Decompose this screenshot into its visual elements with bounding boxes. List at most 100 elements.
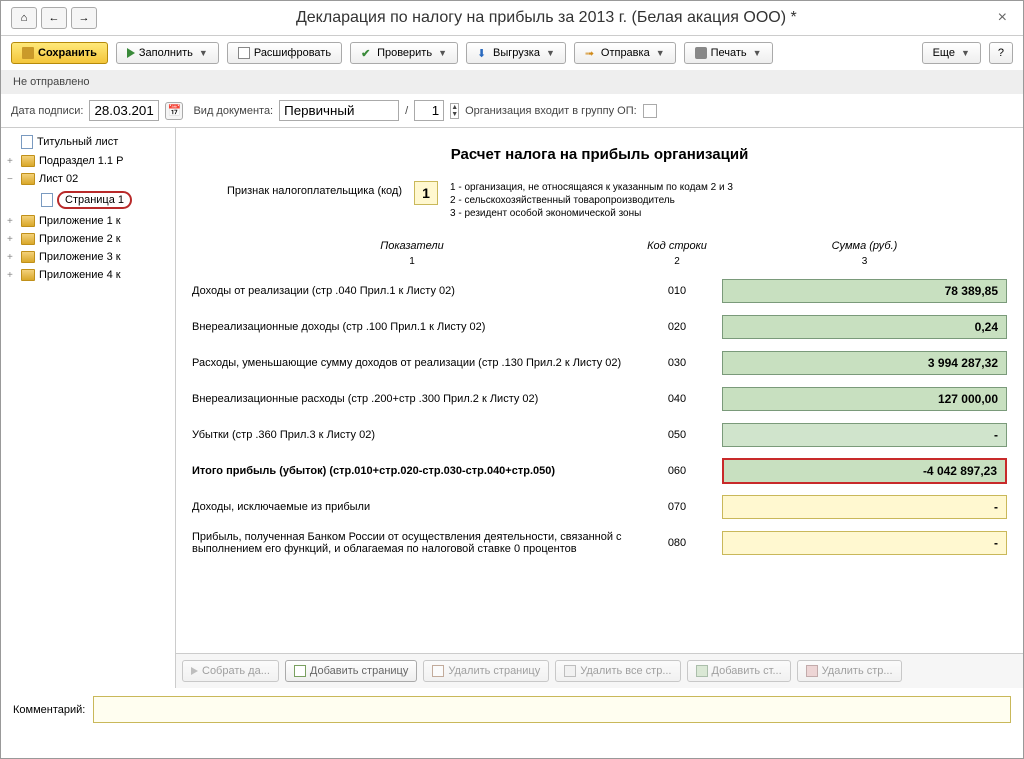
row-code: 060: [632, 465, 722, 477]
data-row-040: Внереализационные расходы (стр .200+стр …: [192, 385, 1007, 413]
status-text: Не отправлено: [1, 70, 1023, 94]
sign-date-input[interactable]: [89, 100, 159, 121]
page-plus-icon: [294, 665, 306, 677]
disk-icon: [22, 47, 34, 59]
folder-icon: [21, 269, 35, 281]
folder-icon: [21, 155, 35, 167]
row-label: Внереализационные расходы (стр .200+стр …: [192, 393, 632, 405]
column-numbers: 1 2 3: [192, 256, 1007, 267]
row-value-input[interactable]: 78 389,85: [722, 279, 1007, 303]
form-heading: Расчет налога на прибыль организаций: [192, 146, 1007, 163]
print-button[interactable]: Печать▼: [684, 42, 773, 64]
folder-icon: [21, 233, 35, 245]
tree-app3[interactable]: +Приложение 3 к: [1, 248, 175, 266]
row-value-input[interactable]: -4 042 897,23: [722, 458, 1007, 484]
tree-app2[interactable]: +Приложение 2 к: [1, 230, 175, 248]
print-icon: [695, 47, 707, 59]
tree-app1[interactable]: +Приложение 1 к: [1, 212, 175, 230]
doc-type-label: Вид документа:: [193, 105, 273, 117]
folder-icon: [21, 251, 35, 263]
navigation-tree: Титульный лист +Подраздел 1.1 Р −Лист 02…: [1, 128, 176, 688]
folder-icon: [21, 173, 35, 185]
tree-title-page[interactable]: Титульный лист: [1, 132, 175, 152]
fill-button[interactable]: Заполнить▼: [116, 42, 219, 64]
row-code: 080: [632, 537, 722, 549]
page-minus-icon: [432, 665, 444, 677]
delete-page-button[interactable]: Удалить страницу: [423, 660, 549, 682]
check-icon: ✔: [361, 47, 373, 59]
play-gray-icon: [191, 667, 198, 675]
calendar-icon[interactable]: 📅: [165, 102, 183, 120]
home-button[interactable]: ⌂: [11, 7, 37, 29]
help-button[interactable]: ?: [989, 42, 1013, 64]
save-button[interactable]: Сохранить: [11, 42, 108, 64]
row-code: 070: [632, 501, 722, 513]
row-code: 030: [632, 357, 722, 369]
pages-icon: [564, 665, 576, 677]
row-value-input[interactable]: 3 994 287,32: [722, 351, 1007, 375]
taxpayer-legend: 1 - организация, не относящаяся к указан…: [450, 181, 733, 220]
doc-icon: [238, 47, 250, 59]
row-minus-icon: [806, 665, 818, 677]
delete-row-button[interactable]: Удалить стр...: [797, 660, 902, 682]
row-label: Доходы от реализации (стр .040 Прил.1 к …: [192, 285, 632, 297]
play-icon: [127, 48, 135, 58]
tree-sheet02[interactable]: −Лист 02: [1, 170, 175, 188]
org-group-checkbox[interactable]: [643, 104, 657, 118]
download-icon: ⬇: [477, 47, 489, 59]
tree-app4[interactable]: +Приложение 4 к: [1, 266, 175, 284]
add-row-button[interactable]: Добавить ст...: [687, 660, 791, 682]
data-row-050: Убытки (стр .360 Прил.3 к Листу 02)050-: [192, 421, 1007, 449]
sign-date-label: Дата подписи:: [11, 105, 83, 117]
comment-label: Комментарий:: [13, 704, 85, 716]
data-row-010: Доходы от реализации (стр .040 Прил.1 к …: [192, 277, 1007, 305]
check-button[interactable]: ✔Проверить▼: [350, 42, 458, 64]
export-button[interactable]: ⬇Выгрузка▼: [466, 42, 566, 64]
taxpayer-label: Признак налогоплательщика (код): [192, 181, 402, 197]
comment-input[interactable]: [93, 696, 1011, 723]
close-button[interactable]: ×: [992, 9, 1013, 27]
tree-page1[interactable]: Страница 1: [1, 188, 175, 212]
org-group-label: Организация входит в группу ОП:: [465, 105, 637, 117]
page-stepper[interactable]: ▲▼: [450, 103, 459, 119]
delete-all-pages-button[interactable]: Удалить все стр...: [555, 660, 680, 682]
row-code: 040: [632, 393, 722, 405]
data-row-060: Итого прибыль (убыток) (стр.010+стр.020-…: [192, 457, 1007, 485]
page-num-input[interactable]: [414, 100, 444, 121]
decode-button[interactable]: Расшифровать: [227, 42, 342, 64]
page-actions-bar: Собрать да... Добавить страницу Удалить …: [176, 653, 1023, 688]
data-row-080: Прибыль, полученная Банком России от осу…: [192, 529, 1007, 557]
send-icon: ➟: [585, 47, 597, 59]
data-row-030: Расходы, уменьшающие сумму доходов от ре…: [192, 349, 1007, 377]
row-label: Убытки (стр .360 Прил.3 к Листу 02): [192, 429, 632, 441]
data-row-070: Доходы, исключаемые из прибыли070-: [192, 493, 1007, 521]
tree-subsection[interactable]: +Подраздел 1.1 Р: [1, 152, 175, 170]
page-icon: [21, 135, 33, 149]
send-button[interactable]: ➟Отправка▼: [574, 42, 676, 64]
row-label: Доходы, исключаемые из прибыли: [192, 501, 632, 513]
doc-type-input[interactable]: [279, 100, 399, 121]
row-code: 020: [632, 321, 722, 333]
row-plus-icon: [696, 665, 708, 677]
row-label: Прибыль, полученная Банком России от осу…: [192, 531, 632, 555]
row-label: Расходы, уменьшающие сумму доходов от ре…: [192, 357, 632, 369]
forward-button[interactable]: →: [71, 7, 97, 29]
column-headers: Показатели Код строки Сумма (руб.): [192, 240, 1007, 252]
row-value-input[interactable]: -: [722, 495, 1007, 519]
more-button[interactable]: Еще▼: [922, 42, 981, 64]
page-icon: [41, 193, 53, 207]
row-code: 050: [632, 429, 722, 441]
row-value-input[interactable]: -: [722, 531, 1007, 555]
collect-data-button[interactable]: Собрать да...: [182, 660, 279, 682]
folder-icon: [21, 215, 35, 227]
taxpayer-code-input[interactable]: 1: [414, 181, 438, 205]
row-value-input[interactable]: 0,24: [722, 315, 1007, 339]
data-row-020: Внереализационные доходы (стр .100 Прил.…: [192, 313, 1007, 341]
back-button[interactable]: ←: [41, 7, 67, 29]
window-title: Декларация по налогу на прибыль за 2013 …: [101, 9, 992, 27]
row-value-input[interactable]: 127 000,00: [722, 387, 1007, 411]
add-page-button[interactable]: Добавить страницу: [285, 660, 417, 682]
row-value-input[interactable]: -: [722, 423, 1007, 447]
row-code: 010: [632, 285, 722, 297]
slash: /: [405, 105, 408, 117]
